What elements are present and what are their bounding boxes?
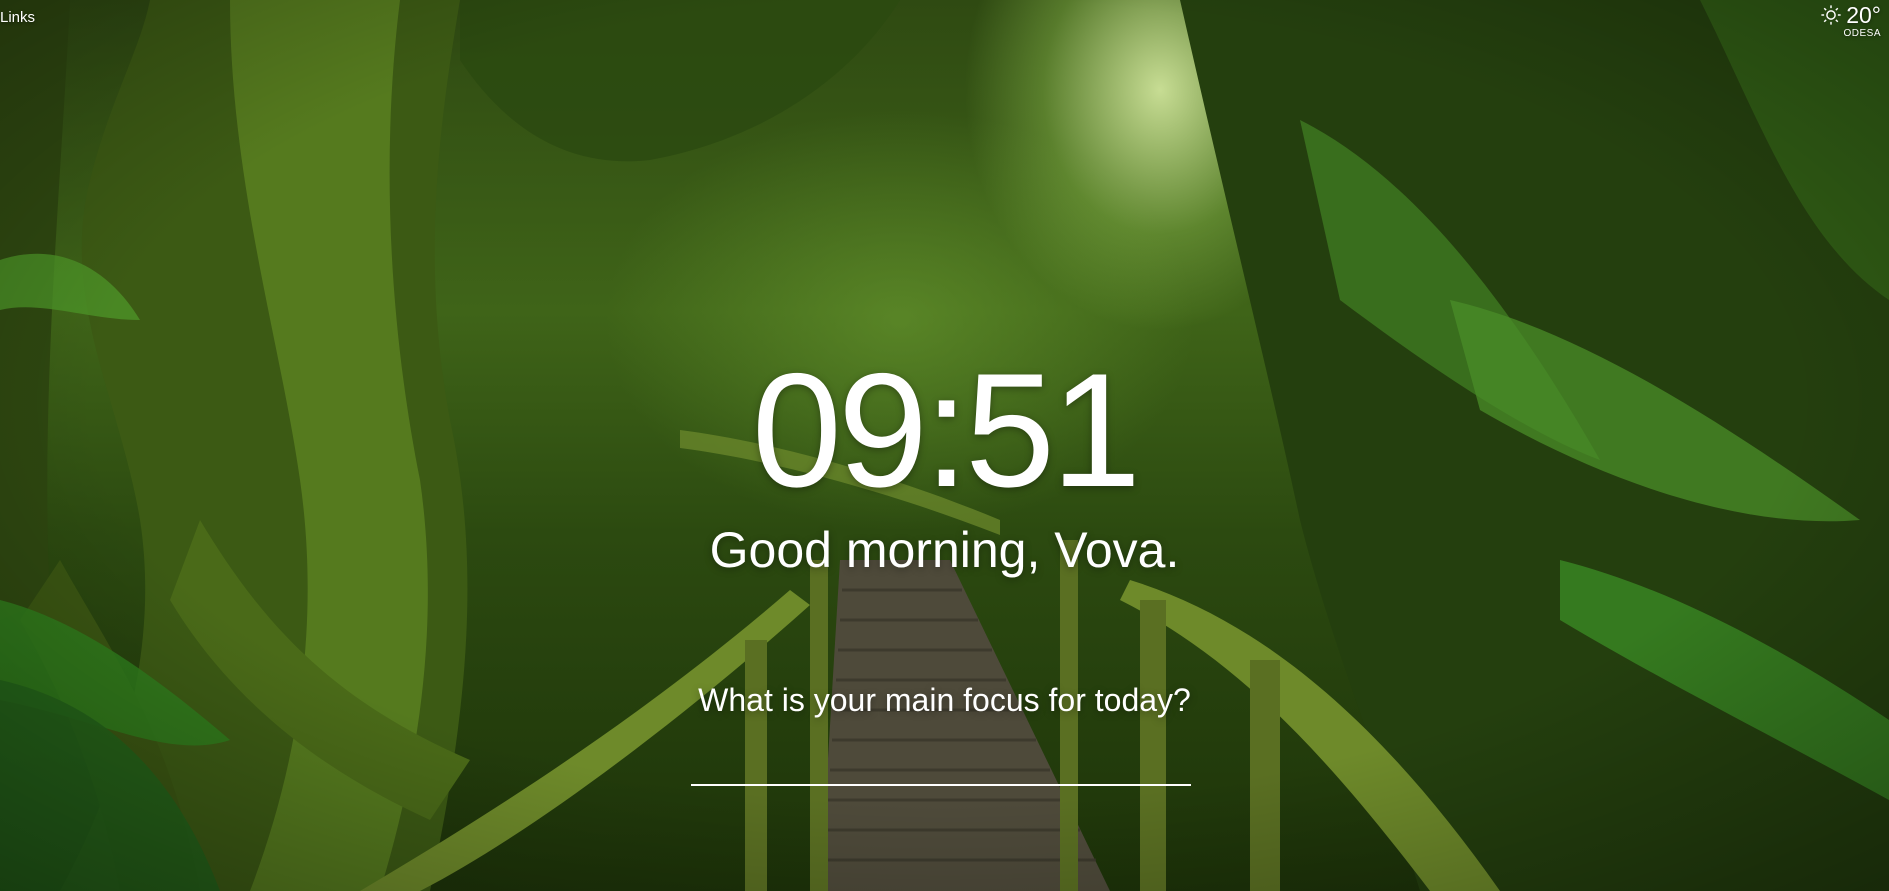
dashboard-screen: Links 20° ODESA 09:51 Good morning, Vova… — [0, 0, 1889, 891]
links-button[interactable]: Links — [0, 9, 35, 26]
weather-temperature: 20° — [1846, 2, 1881, 28]
focus-prompt: What is your main focus for today? — [698, 682, 1191, 718]
weather-widget[interactable]: 20° ODESA — [1820, 2, 1881, 39]
greeting: Good morning, Vova. — [709, 522, 1180, 578]
focus-input[interactable] — [691, 738, 1191, 786]
sun-icon — [1821, 5, 1841, 25]
clock: 09:51 — [751, 340, 1141, 521]
weather-location: ODESA — [1843, 28, 1881, 39]
